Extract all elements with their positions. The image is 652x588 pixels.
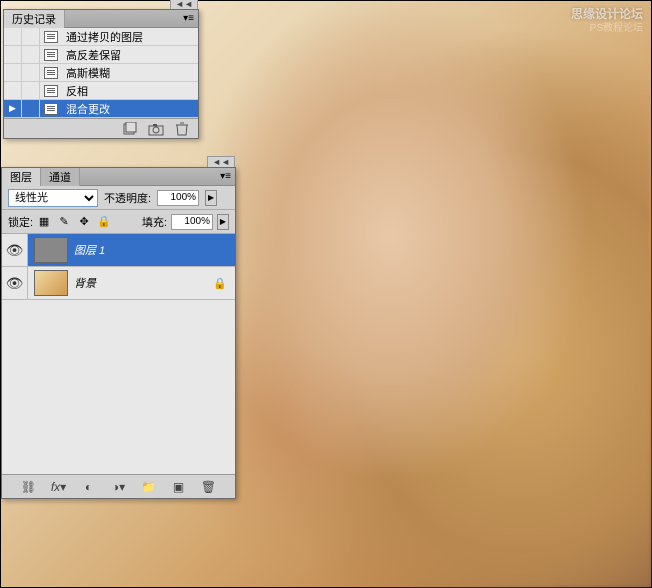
history-item[interactable]: 反相: [4, 82, 198, 100]
layers-list: 👁 图层 1 👁 背景 🔒: [2, 234, 235, 474]
fill-input[interactable]: [171, 214, 213, 230]
layers-lock-row: 锁定: ▦ ✎ ✥ 🔒 填充: ▶: [2, 210, 235, 234]
panel-collapse-icon[interactable]: ◄◄: [207, 156, 235, 167]
history-state-icon: [44, 49, 58, 61]
visibility-eye-icon[interactable]: 👁: [6, 242, 24, 259]
layers-toolbar: ⛓ fx▾ ◐ ◑▾ 📁 ▣ 🗑: [2, 474, 235, 498]
layer-item[interactable]: 👁 背景 🔒: [2, 267, 235, 300]
history-state-icon: [44, 85, 58, 97]
opacity-arrow-icon[interactable]: ▶: [205, 190, 217, 206]
panel-menu-icon[interactable]: ▾≡: [179, 13, 198, 24]
new-layer-icon[interactable]: ▣: [170, 479, 188, 495]
link-icon[interactable]: ⛓: [20, 479, 38, 495]
mask-icon[interactable]: ◐: [80, 479, 98, 495]
history-item-label: 高斯模糊: [62, 65, 110, 81]
watermark-text-2: PS教程论坛: [590, 19, 643, 34]
history-panel: ◄◄ 历史记录 ▾≡ 通过拷贝的图层 高反差保留 高斯模糊 反相 ▶: [3, 9, 199, 139]
fx-icon[interactable]: fx▾: [50, 479, 68, 495]
camera-icon[interactable]: [148, 122, 164, 136]
layer-thumbnail[interactable]: [34, 270, 68, 296]
lock-transparent-icon[interactable]: ▦: [37, 215, 51, 229]
history-tab[interactable]: 历史记录: [4, 10, 65, 28]
history-state-icon: [44, 31, 58, 43]
history-list: 通过拷贝的图层 高反差保留 高斯模糊 反相 ▶ 混合更改: [4, 28, 198, 118]
layer-thumbnail[interactable]: [34, 237, 68, 263]
panel-menu-icon[interactable]: ▾≡: [216, 171, 235, 182]
folder-icon[interactable]: 📁: [140, 479, 158, 495]
history-item-label: 高反差保留: [62, 47, 121, 63]
history-item[interactable]: 通过拷贝的图层: [4, 28, 198, 46]
history-state-icon: [44, 67, 58, 79]
visibility-eye-icon[interactable]: 👁: [6, 275, 24, 292]
fill-label: 填充:: [142, 214, 167, 230]
panel-collapse-icon[interactable]: ◄◄: [170, 0, 198, 9]
delete-icon[interactable]: [174, 122, 190, 136]
history-toolbar: [4, 118, 198, 138]
lock-label: 锁定:: [8, 214, 33, 230]
fill-arrow-icon[interactable]: ▶: [217, 214, 229, 230]
opacity-input[interactable]: [157, 190, 199, 206]
layer-name-label: 图层 1: [74, 242, 235, 258]
history-item-label: 通过拷贝的图层: [62, 29, 143, 45]
new-document-icon[interactable]: [122, 122, 138, 136]
lock-icon: 🔒: [213, 277, 227, 290]
delete-icon[interactable]: 🗑: [200, 479, 218, 495]
channels-tab[interactable]: 通道: [41, 168, 80, 186]
layer-item[interactable]: 👁 图层 1: [2, 234, 235, 267]
history-item[interactable]: ▶ 混合更改: [4, 100, 198, 118]
lock-all-icon[interactable]: 🔒: [97, 215, 111, 229]
layers-panel-header: 图层 通道 ▾≡: [2, 168, 235, 186]
history-item[interactable]: 高反差保留: [4, 46, 198, 64]
adjustment-icon[interactable]: ◑▾: [110, 479, 128, 495]
blend-mode-select[interactable]: 线性光: [8, 189, 98, 207]
history-item[interactable]: 高斯模糊: [4, 64, 198, 82]
layers-tab[interactable]: 图层: [2, 168, 41, 186]
history-state-icon: [44, 103, 58, 115]
lock-move-icon[interactable]: ✥: [77, 215, 91, 229]
history-panel-header: 历史记录 ▾≡: [4, 10, 198, 28]
lock-paint-icon[interactable]: ✎: [57, 215, 71, 229]
history-pointer-icon: ▶: [9, 103, 16, 114]
layer-name-label: 背景: [74, 275, 213, 291]
opacity-label: 不透明度:: [104, 190, 151, 206]
layers-blend-row: 线性光 不透明度: ▶: [2, 186, 235, 210]
layers-panel: ◄◄ 图层 通道 ▾≡ 线性光 不透明度: ▶ 锁定: ▦ ✎ ✥ 🔒 填充: …: [1, 167, 236, 499]
history-item-label: 混合更改: [62, 101, 110, 117]
history-item-label: 反相: [62, 83, 88, 99]
